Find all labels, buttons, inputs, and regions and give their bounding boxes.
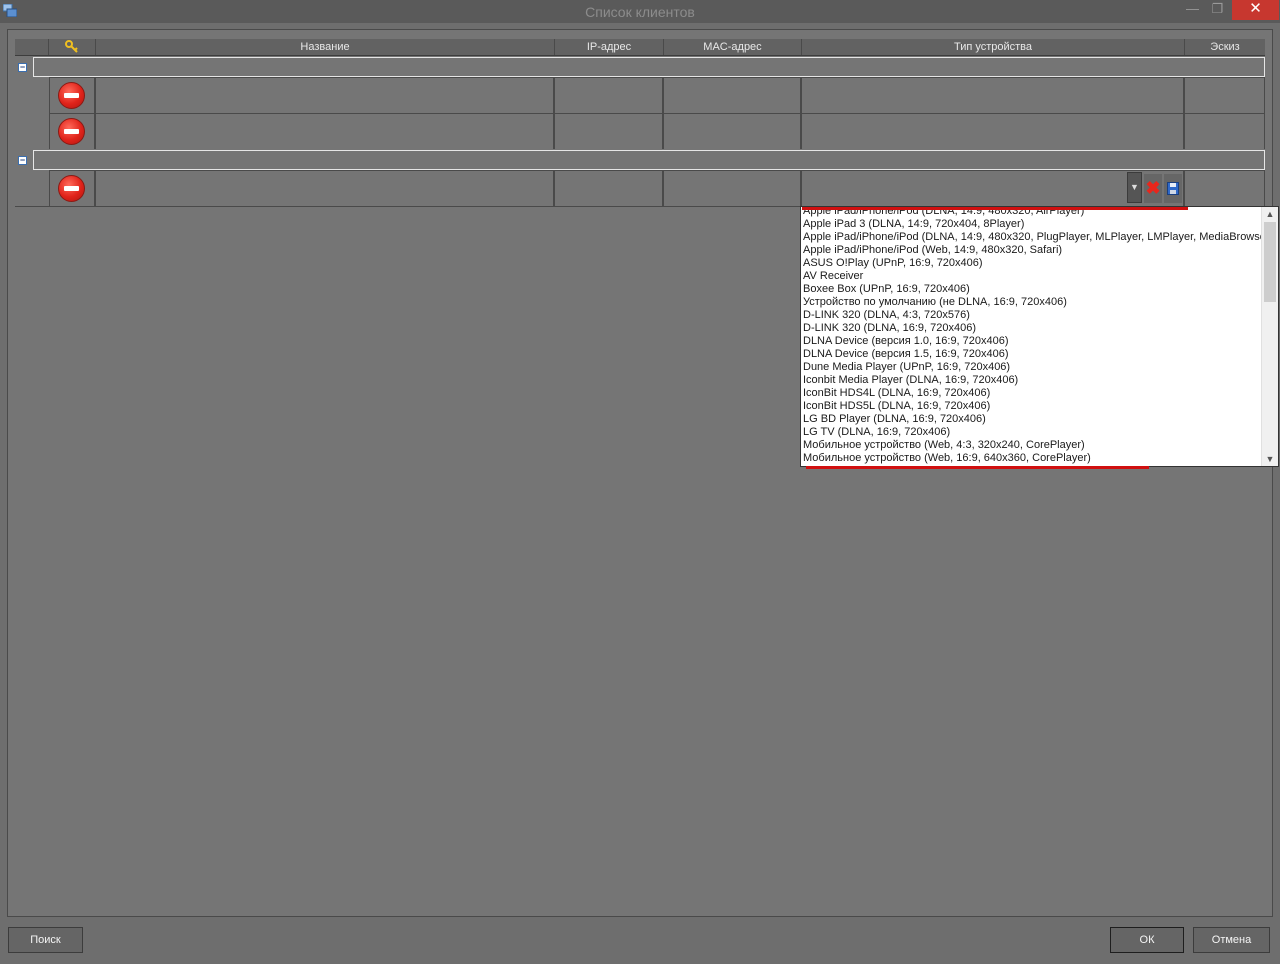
highlight-line-bottom (806, 466, 1149, 469)
delete-icon[interactable] (58, 82, 85, 109)
table-row[interactable] (49, 113, 1265, 149)
ip-cell[interactable] (554, 114, 663, 149)
delete-cell[interactable] (49, 171, 95, 206)
header-mac[interactable]: MAC-адрес (664, 39, 802, 55)
group-header[interactable] (33, 150, 1265, 170)
list-item[interactable]: Apple iPad 3 (DLNA, 14:9, 720x404, 8Play… (803, 218, 1263, 231)
delete-cell[interactable] (49, 78, 95, 113)
table-row[interactable] (49, 170, 1265, 206)
list-item[interactable]: D-LINK 320 (DLNA, 16:9, 720x406) (803, 322, 1263, 335)
device-type-cell[interactable] (801, 114, 1184, 149)
name-cell[interactable] (95, 78, 554, 113)
list-item[interactable]: IconBit HDS4L (DLNA, 16:9, 720x406) (803, 387, 1263, 400)
header-device-type[interactable]: Тип устройства (802, 39, 1185, 55)
list-item[interactable]: Iconbit Media Player (DLNA, 16:9, 720x40… (803, 374, 1263, 387)
device-type-cell[interactable] (801, 78, 1184, 113)
header-name[interactable]: Название (96, 39, 555, 55)
delete-icon[interactable] (58, 175, 85, 202)
mac-cell[interactable] (663, 114, 801, 149)
maximize-button[interactable]: ❐ (1205, 0, 1230, 20)
ip-cell[interactable] (554, 171, 663, 206)
list-item[interactable]: Мобильное устройство (Web, 4:3, 320x240,… (803, 439, 1263, 452)
collapse-icon[interactable]: − (18, 63, 27, 72)
header-expand-col (15, 39, 49, 55)
ip-cell[interactable] (554, 78, 663, 113)
thumbnail-cell[interactable] (1184, 114, 1265, 149)
cancel-edit-icon[interactable]: ✖ (1144, 174, 1162, 203)
chevron-down-icon[interactable]: ▼ (1127, 172, 1142, 203)
thumbnail-cell[interactable] (1184, 171, 1265, 206)
list-item[interactable]: DLNA Device (версия 1.5, 16:9, 720x406) (803, 348, 1263, 361)
list-item[interactable]: ASUS O!Play (UPnP, 16:9, 720x406) (803, 257, 1263, 270)
mac-cell[interactable] (663, 171, 801, 206)
list-item[interactable]: Dune Media Player (UPnP, 16:9, 720x406) (803, 361, 1263, 374)
list-item[interactable]: LG BD Player (DLNA, 16:9, 720x406) (803, 413, 1263, 426)
title-bar: Список клиентов — ❐ ✕ (0, 0, 1280, 23)
floppy-disk-icon (1167, 182, 1179, 195)
thumbnail-cell[interactable] (1184, 78, 1265, 113)
name-cell[interactable] (95, 171, 554, 206)
list-item[interactable]: DLNA Device (версия 1.0, 16:9, 720x406) (803, 335, 1263, 348)
window-title: Список клиентов (585, 4, 695, 20)
list-item[interactable]: AV Receiver (803, 270, 1263, 283)
list-item[interactable]: Apple iPad/iPhone/iPod (DLNA, 14:9, 480x… (803, 231, 1273, 244)
collapse-icon[interactable]: − (18, 156, 27, 165)
minimize-button[interactable]: — (1180, 0, 1205, 20)
scroll-down-icon[interactable]: ▼ (1262, 452, 1278, 466)
header-key-col[interactable] (49, 39, 96, 55)
ok-button[interactable]: ОК (1110, 927, 1184, 953)
table-row[interactable] (49, 77, 1265, 113)
highlight-line-top (802, 207, 1188, 210)
list-item[interactable]: Apple iPad/iPhone/iPod (Web, 14:9, 480x3… (803, 244, 1263, 257)
close-button[interactable]: ✕ (1232, 0, 1279, 20)
grid-header: Название IP-адрес MAC-адрес Тип устройст… (15, 39, 1265, 56)
list-item[interactable]: LG TV (DLNA, 16:9, 720x406) (803, 426, 1263, 439)
scroll-up-icon[interactable]: ▲ (1262, 207, 1278, 221)
list-item[interactable]: Boxee Box (UPnP, 16:9, 720x406) (803, 283, 1263, 296)
group-row: − (15, 57, 1265, 77)
delete-cell[interactable] (49, 114, 95, 149)
cancel-button[interactable]: Отмена (1193, 927, 1270, 953)
header-thumbnail[interactable]: Эскиз (1185, 39, 1265, 55)
delete-icon[interactable] (58, 118, 85, 145)
header-ip[interactable]: IP-адрес (555, 39, 664, 55)
group-header[interactable] (33, 57, 1265, 77)
save-icon[interactable] (1164, 174, 1182, 203)
list-item[interactable]: D-LINK 320 (DLNA, 4:3, 720x576) (803, 309, 1263, 322)
mac-cell[interactable] (663, 78, 801, 113)
group-row: − (15, 150, 1265, 170)
device-type-list: Apple iPad/iPhone/iPod (DLNA, 14:9, 480x… (803, 207, 1273, 465)
device-type-dropdown[interactable]: Apple iPad/iPhone/iPod (DLNA, 14:9, 480x… (800, 206, 1279, 467)
list-item[interactable]: IconBit HDS5L (DLNA, 16:9, 720x406) (803, 400, 1263, 413)
list-item[interactable]: Мобильное устройство (Web, 16:9, 640x360… (803, 452, 1263, 465)
dropdown-scrollbar[interactable]: ▲ ▼ (1261, 207, 1278, 466)
key-icon (65, 40, 78, 53)
name-cell[interactable] (95, 114, 554, 149)
list-item[interactable]: Устройство по умолчанию (не DLNA, 16:9, … (803, 296, 1263, 309)
search-button[interactable]: Поиск (8, 927, 83, 953)
scrollbar-thumb[interactable] (1264, 222, 1276, 302)
